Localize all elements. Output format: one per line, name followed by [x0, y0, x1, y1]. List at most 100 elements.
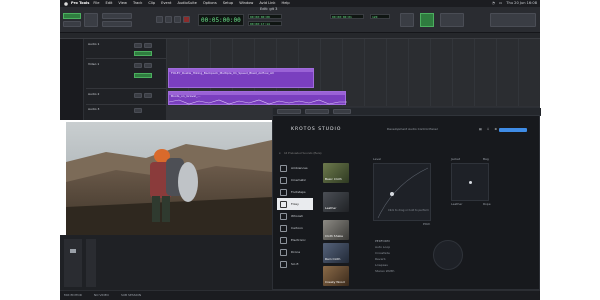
- record-arm-button[interactable]: [134, 63, 142, 68]
- solo-button[interactable]: [144, 93, 152, 98]
- compare-button[interactable]: [305, 109, 329, 114]
- krotos-plugin-window[interactable]: KROTOS STUDIO Development Audio Control …: [272, 107, 541, 290]
- main-counter[interactable]: 00:05:00:00: [198, 14, 244, 26]
- small-pad-label-bl: Leather: [451, 202, 463, 206]
- solo-button[interactable]: [144, 43, 152, 48]
- play-button[interactable]: [174, 16, 181, 23]
- menu-clip[interactable]: Clip: [148, 1, 155, 6]
- sound-tile[interactable]: Basic Cloth: [323, 163, 349, 183]
- link-timeline-button[interactable]: [420, 13, 434, 27]
- track-row[interactable]: Video 1: [86, 61, 166, 89]
- option-lowpass[interactable]: Lowpass: [375, 264, 394, 267]
- category-cinematic[interactable]: Cinematic: [277, 174, 313, 186]
- grid-mode-button[interactable]: [63, 21, 81, 27]
- option-auto-loop[interactable]: Auto Loop: [375, 246, 394, 249]
- menu-avid-link[interactable]: Avid Link: [259, 1, 275, 6]
- category-ambiences[interactable]: Ambiences: [277, 162, 313, 174]
- menu-window[interactable]: Window: [239, 1, 253, 6]
- menu-edit[interactable]: Edit: [105, 1, 112, 6]
- smart-tool-button[interactable]: [102, 21, 132, 27]
- rewind-button[interactable]: [156, 16, 163, 23]
- track-row[interactable]: Audio 2: [86, 91, 166, 105]
- meter: [86, 239, 96, 287]
- settings-icon[interactable]: ⚙: [494, 128, 497, 131]
- record-arm-button[interactable]: [134, 108, 142, 113]
- plugin-header-icons: ▤ ⇩ ⚙: [479, 128, 497, 131]
- audio-clip[interactable]: Boots_on_Gravel_...: [168, 91, 347, 105]
- menu-file[interactable]: File: [93, 1, 99, 6]
- menu-help[interactable]: Help: [282, 1, 290, 6]
- grid-value[interactable]: 00:00:00:01: [330, 14, 364, 19]
- category-electronic[interactable]: Electronic: [277, 234, 313, 246]
- perform-knob[interactable]: [433, 240, 463, 270]
- menu-options[interactable]: Options: [203, 1, 217, 6]
- wifi-icon[interactable]: ◔: [492, 1, 495, 6]
- preset-dropdown[interactable]: [277, 109, 301, 114]
- status-left[interactable]: MIX EDITOR: [64, 294, 82, 297]
- category-cartoon[interactable]: Cartoon: [277, 222, 313, 234]
- sub-counter-start[interactable]: 00:00:00:00: [248, 14, 282, 19]
- menu-event[interactable]: Event: [161, 1, 171, 6]
- mix-pad[interactable]: [451, 163, 489, 201]
- track-name[interactable]: Video 1: [88, 63, 99, 66]
- track-name[interactable]: Audio 2: [88, 93, 99, 96]
- stop-button[interactable]: [165, 16, 172, 23]
- output-level-slider[interactable]: [499, 128, 527, 132]
- category-foley[interactable]: Foley: [277, 198, 313, 210]
- menubar-clock: Thu 20 Jun 16:08: [506, 0, 537, 5]
- clip-name: FOLEY_Rustle_Hiking_Backpack_Multiple_01…: [171, 71, 274, 75]
- library-icon[interactable]: ▤: [479, 128, 482, 131]
- fader-handle[interactable]: [70, 249, 76, 253]
- app-menu-name[interactable]: Pro Tools: [71, 1, 89, 6]
- xy-pad[interactable]: Click to drag or hold to perform: [373, 163, 431, 221]
- sound-tile[interactable]: Cloth Shake: [323, 220, 349, 240]
- shuffle-mode-button[interactable]: [63, 13, 81, 19]
- tempo-display[interactable]: 120: [370, 14, 390, 19]
- save-icon[interactable]: ⇩: [487, 128, 490, 131]
- record-arm-button[interactable]: [134, 93, 142, 98]
- sound-tile[interactable]: Creaky Wood: [323, 266, 349, 286]
- category-footsteps[interactable]: Footsteps: [277, 186, 313, 198]
- option-reverb[interactable]: Reverb: [375, 258, 394, 261]
- track-name[interactable]: Audio 1: [88, 43, 99, 46]
- cursor-mode-button[interactable]: [400, 13, 414, 27]
- status-mid[interactable]: NO VIDEO: [94, 294, 109, 297]
- record-arm-button[interactable]: [134, 43, 142, 48]
- battery-icon[interactable]: ▭: [499, 1, 502, 6]
- track-volume-field[interactable]: [134, 51, 152, 56]
- menu-view[interactable]: View: [118, 1, 127, 6]
- category-scifi[interactable]: Sci-fi: [277, 258, 313, 270]
- track-name[interactable]: Audio 3: [88, 108, 99, 111]
- bypass-button[interactable]: [333, 109, 351, 114]
- plugin-titlebar[interactable]: [273, 108, 541, 116]
- search-bar[interactable]: ⌕: [279, 149, 419, 157]
- audio-clip[interactable]: FOLEY_Rustle_Hiking_Backpack_Multiple_01…: [168, 68, 314, 88]
- track-row[interactable]: Audio 1: [86, 41, 166, 59]
- search-input[interactable]: [283, 151, 394, 155]
- zoom-toggle-button[interactable]: [84, 13, 98, 27]
- video-window[interactable]: [66, 122, 272, 235]
- track-volume-field[interactable]: [134, 73, 152, 78]
- mix-pad-handle[interactable]: [469, 181, 472, 184]
- apple-icon[interactable]: [63, 1, 69, 6]
- menu-setup[interactable]: Setup: [223, 1, 233, 6]
- record-button[interactable]: [183, 16, 190, 23]
- video-frame: [66, 122, 272, 235]
- sound-tile[interactable]: Rain Cloth: [323, 243, 349, 263]
- nudge-button[interactable]: [440, 13, 464, 27]
- category-whoosh[interactable]: Whoosh: [277, 210, 313, 222]
- status-right[interactable]: SUB SESSION: [121, 294, 141, 297]
- sound-tile[interactable]: Leather: [323, 192, 349, 212]
- solo-button[interactable]: [144, 63, 152, 68]
- menu-audiosuite[interactable]: AudioSuite: [177, 1, 196, 6]
- fader-strip[interactable]: [64, 239, 82, 287]
- waveform: [169, 99, 347, 105]
- track-headers: Audio 1 Video 1 Audio 2 Audio 3: [60, 33, 166, 120]
- option-stereo-width[interactable]: Stereo Width: [375, 270, 394, 273]
- option-crossfade[interactable]: Crossfade: [375, 252, 394, 255]
- sub-counter-end[interactable]: 00:00:17:14: [248, 21, 282, 26]
- track-row[interactable]: Audio 3: [86, 106, 166, 120]
- menu-track[interactable]: Track: [133, 1, 142, 6]
- tools-group[interactable]: [102, 13, 132, 19]
- category-drone[interactable]: Drone: [277, 246, 313, 258]
